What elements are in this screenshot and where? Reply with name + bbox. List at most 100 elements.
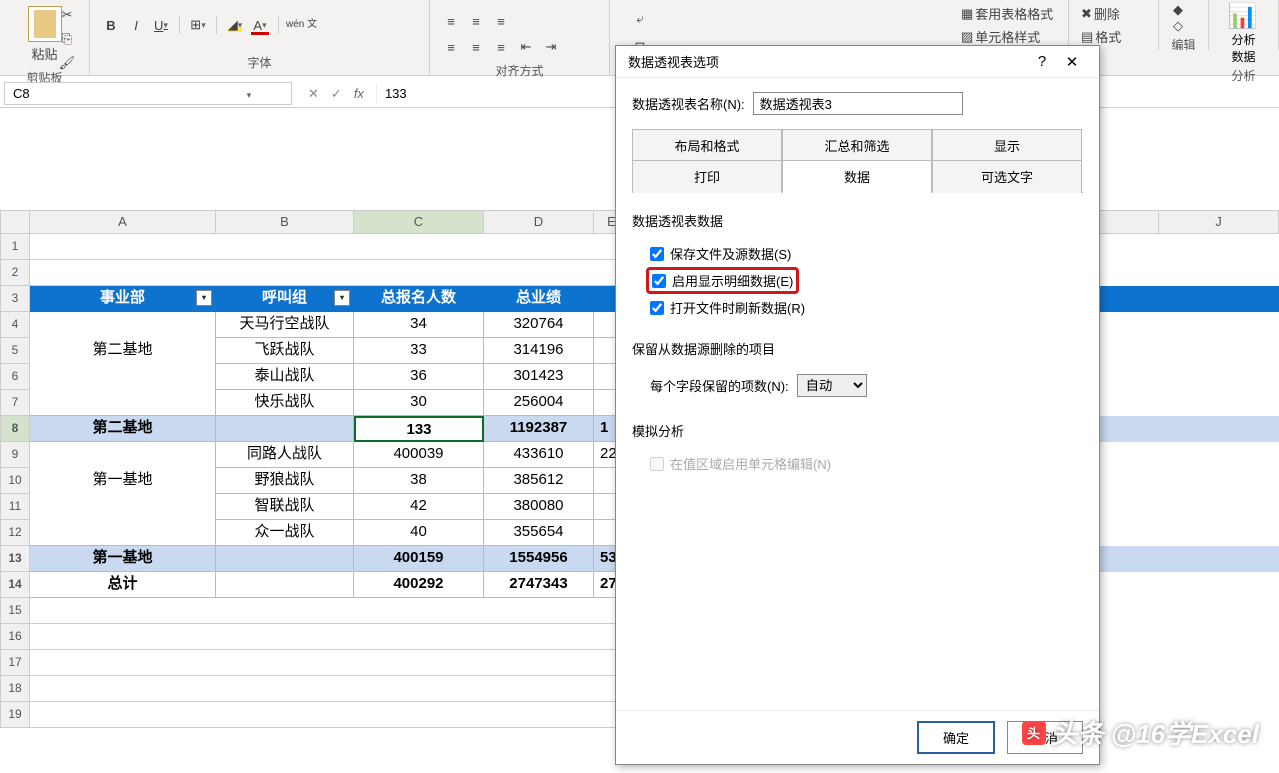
row-header[interactable]: 14: [0, 572, 30, 598]
region-cell[interactable]: [30, 442, 216, 468]
active-cell[interactable]: 133: [354, 416, 484, 442]
refresh-open-checkbox[interactable]: 打开文件时刷新数据(R): [632, 294, 1083, 321]
subtotal-cell[interactable]: 1192387: [484, 416, 594, 442]
table-cell[interactable]: 256004: [484, 390, 594, 416]
table-cell[interactable]: 同路人战队: [216, 442, 354, 468]
table-cell[interactable]: 314196: [484, 338, 594, 364]
row-header[interactable]: 4: [0, 312, 30, 338]
region-cell[interactable]: [30, 494, 216, 520]
close-icon[interactable]: ✕: [1057, 47, 1087, 77]
table-cell[interactable]: 众一战队: [216, 520, 354, 546]
help-icon[interactable]: ?: [1027, 47, 1057, 77]
row-header[interactable]: 2: [0, 260, 30, 286]
tab-summary[interactable]: 汇总和筛选: [782, 129, 932, 161]
table-cell[interactable]: 380080: [484, 494, 594, 520]
row-header[interactable]: 1: [0, 234, 30, 260]
table-cell[interactable]: 天马行空战队: [216, 312, 354, 338]
subtotal-cell[interactable]: [216, 416, 354, 442]
checkbox-icon[interactable]: [650, 301, 664, 315]
table-cell[interactable]: 301423: [484, 364, 594, 390]
header-group[interactable]: 呼叫组▾: [216, 286, 354, 312]
header-dept[interactable]: 事业部▾: [30, 286, 216, 312]
enable-detail-checkbox[interactable]: 启用显示明细数据(E): [652, 271, 793, 290]
region-cell[interactable]: [30, 312, 216, 338]
filter-icon[interactable]: ▾: [196, 290, 212, 306]
border-button[interactable]: ⊞ ▾: [187, 14, 209, 36]
header-perf[interactable]: 总业绩: [484, 286, 594, 312]
region-cell[interactable]: [30, 364, 216, 390]
col-header-A[interactable]: A: [30, 210, 216, 234]
fx-icon[interactable]: fx: [354, 86, 364, 102]
bold-button[interactable]: B: [100, 14, 122, 36]
total-label[interactable]: 总计: [30, 572, 216, 598]
table-cell[interactable]: 野狼战队: [216, 468, 354, 494]
table-cell[interactable]: 快乐战队: [216, 390, 354, 416]
align-right-icon[interactable]: ≡: [490, 36, 512, 58]
pivot-name-input[interactable]: [753, 92, 963, 115]
align-mid-icon[interactable]: ≡: [465, 10, 487, 32]
filter-icon[interactable]: ▾: [334, 290, 350, 306]
fill-icon[interactable]: ◆: [1167, 2, 1189, 18]
underline-button[interactable]: U ▾: [150, 14, 172, 36]
table-cell[interactable]: 34: [354, 312, 484, 338]
select-all-corner[interactable]: [0, 210, 30, 234]
ok-button[interactable]: 确定: [917, 721, 995, 754]
table-cell[interactable]: 42: [354, 494, 484, 520]
row-header[interactable]: 16: [0, 624, 30, 650]
tab-print[interactable]: 打印: [632, 160, 782, 193]
indent-inc-icon[interactable]: ⇥: [540, 36, 562, 58]
tab-data[interactable]: 数据: [782, 160, 932, 193]
tab-alt[interactable]: 可选文字: [932, 160, 1082, 193]
subtotal-label[interactable]: 第二基地: [30, 416, 216, 442]
wrap-text-icon[interactable]: ⤶: [629, 8, 651, 30]
align-top-icon[interactable]: ≡: [440, 10, 462, 32]
analyze-icon[interactable]: 📊: [1228, 2, 1260, 31]
total-cell[interactable]: 400292: [354, 572, 484, 598]
row-header[interactable]: 18: [0, 676, 30, 702]
header-count[interactable]: 总报名人数: [354, 286, 484, 312]
align-left-icon[interactable]: ≡: [440, 36, 462, 58]
tab-layout[interactable]: 布局和格式: [632, 129, 782, 161]
table-cell[interactable]: 385612: [484, 468, 594, 494]
region-cell[interactable]: 第二基地: [30, 338, 216, 364]
phonetic-button[interactable]: wén 文: [286, 14, 317, 36]
enter-icon[interactable]: ✓: [331, 86, 342, 102]
row-header[interactable]: 10: [0, 468, 30, 494]
row-header[interactable]: 12: [0, 520, 30, 546]
table-cell[interactable]: 400039: [354, 442, 484, 468]
table-cell[interactable]: 飞跃战队: [216, 338, 354, 364]
copy-icon[interactable]: ⎘: [56, 28, 78, 50]
total-cell[interactable]: [216, 572, 354, 598]
delete-button[interactable]: ✖ 删除: [1077, 2, 1150, 25]
table-cell[interactable]: 33: [354, 338, 484, 364]
subtotal-cell[interactable]: [216, 546, 354, 572]
total-cell[interactable]: 2747343: [484, 572, 594, 598]
table-cell[interactable]: 智联战队: [216, 494, 354, 520]
region-cell[interactable]: [30, 390, 216, 416]
row-header[interactable]: 13: [0, 546, 30, 572]
row-header[interactable]: 15: [0, 598, 30, 624]
row-header[interactable]: 19: [0, 702, 30, 728]
subtotal-cell[interactable]: 400159: [354, 546, 484, 572]
cut-icon[interactable]: ✂: [56, 4, 78, 26]
italic-button[interactable]: I: [125, 14, 147, 36]
retain-select[interactable]: 自动: [797, 374, 867, 397]
col-header-C[interactable]: C: [354, 210, 484, 234]
row-header[interactable]: 17: [0, 650, 30, 676]
col-header-J[interactable]: J: [1159, 210, 1279, 234]
font-color-button[interactable]: A ▾: [249, 14, 271, 36]
name-box-input[interactable]: [13, 86, 243, 101]
dialog-titlebar[interactable]: 数据透视表选项 ? ✕: [616, 46, 1099, 78]
table-cell[interactable]: 36: [354, 364, 484, 390]
name-box-dropdown-icon[interactable]: ▾: [247, 90, 252, 100]
tab-display[interactable]: 显示: [932, 129, 1082, 161]
table-cell[interactable]: 433610: [484, 442, 594, 468]
row-header[interactable]: 7: [0, 390, 30, 416]
row-header[interactable]: 9: [0, 442, 30, 468]
row-header[interactable]: 8: [0, 416, 30, 442]
row-header[interactable]: 11: [0, 494, 30, 520]
format-table-button[interactable]: ▦ 套用表格格式: [957, 2, 1060, 25]
region-cell[interactable]: 第一基地: [30, 468, 216, 494]
cancel-icon[interactable]: ✕: [308, 86, 319, 102]
region-cell[interactable]: [30, 520, 216, 546]
